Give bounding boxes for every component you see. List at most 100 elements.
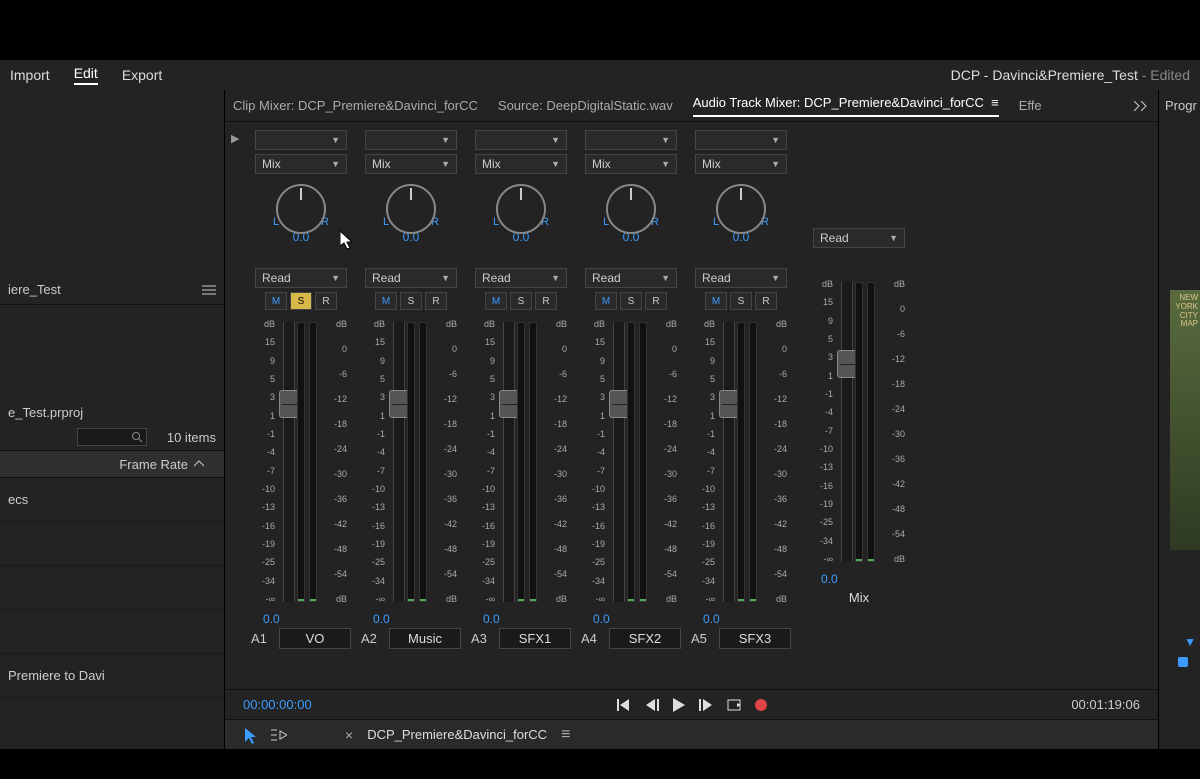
loop-button[interactable] — [727, 699, 741, 711]
fader-slot[interactable] — [613, 322, 625, 602]
output-select[interactable]: Mix▼ — [695, 154, 787, 174]
bin-row[interactable] — [0, 566, 224, 610]
solo-button[interactable]: S — [620, 292, 642, 310]
level-meter — [639, 322, 647, 602]
tab-effects[interactable]: Effe — [1019, 98, 1042, 113]
fader-slot[interactable] — [723, 322, 735, 602]
track-name-input[interactable]: Music — [389, 628, 461, 649]
left-column: iere_Test e_Test.prproj 10 items Frame R… — [0, 90, 225, 749]
pan-knob[interactable] — [386, 184, 436, 234]
record-arm-button[interactable]: R — [425, 292, 447, 310]
tab-source[interactable]: Source: DeepDigitalStatic.wav — [498, 98, 673, 113]
automation-mode-select[interactable]: Read▼ — [813, 228, 905, 248]
tab-clip-mixer[interactable]: Clip Mixer: DCP_Premiere&Davinci_forCC — [233, 98, 478, 113]
solo-button[interactable]: S — [400, 292, 422, 310]
record-arm-button[interactable]: R — [755, 292, 777, 310]
record-arm-button[interactable]: R — [535, 292, 557, 310]
timecode-out[interactable]: 00:01:19:06 — [1071, 697, 1140, 712]
fader-value[interactable]: 0.0 — [703, 612, 720, 626]
solo-button[interactable]: S — [290, 292, 312, 310]
track-name: Mix — [809, 588, 909, 607]
go-to-in-button[interactable] — [617, 699, 631, 711]
sort-icon[interactable] — [194, 460, 204, 468]
pan-knob[interactable] — [606, 184, 656, 234]
mute-button[interactable]: M — [485, 292, 507, 310]
output-select[interactable]: Mix▼ — [475, 154, 567, 174]
fader-slot[interactable] — [393, 322, 405, 602]
bin-row[interactable]: Premiere to Davi — [0, 654, 224, 698]
output-select[interactable]: Mix▼ — [365, 154, 457, 174]
sequence-name[interactable]: DCP_Premiere&Davinci_forCC — [367, 727, 547, 742]
window-title: DCP - Davinci&Premiere_Test - Edited — [951, 67, 1190, 83]
automation-mode-select[interactable]: Read▼ — [695, 268, 787, 288]
automation-mode-select[interactable]: Read▼ — [475, 268, 567, 288]
ripple-tool-icon[interactable] — [271, 728, 287, 742]
sequence-menu-icon[interactable]: ≡ — [561, 726, 570, 744]
record-button[interactable] — [755, 699, 767, 711]
record-arm-button[interactable]: R — [645, 292, 667, 310]
solo-button[interactable]: S — [730, 292, 752, 310]
thumb-text: NEWYORKCITYMAP — [1175, 294, 1198, 329]
track-name-input[interactable]: SFX3 — [719, 628, 791, 649]
step-back-button[interactable] — [645, 699, 659, 711]
mute-button[interactable]: M — [375, 292, 397, 310]
tab-audio-track-mixer[interactable]: Audio Track Mixer: DCP_Premiere&Davinci_… — [693, 95, 999, 117]
send-select[interactable]: ▼ — [695, 130, 787, 150]
timecode-in[interactable]: 00:00:00:00 — [243, 697, 312, 712]
mute-button[interactable]: M — [265, 292, 287, 310]
panel-menu-icon[interactable] — [202, 285, 216, 295]
output-select[interactable]: Mix▼ — [255, 154, 347, 174]
transport-bar: 00:00:00:00 00:01:19:06 — [225, 689, 1158, 719]
track-name-input[interactable]: SFX2 — [609, 628, 681, 649]
step-forward-button[interactable] — [699, 699, 713, 711]
menu-export[interactable]: Export — [122, 67, 162, 83]
playhead-icon[interactable]: ▼ — [1184, 635, 1196, 649]
level-meter — [855, 282, 863, 562]
column-header-framerate[interactable]: Frame Rate — [0, 450, 224, 478]
bin-row[interactable] — [0, 610, 224, 654]
close-sequence-icon[interactable]: × — [345, 727, 353, 743]
track-name-input[interactable]: VO — [279, 628, 351, 649]
bin-row[interactable]: ecs — [0, 478, 224, 522]
marker-icon[interactable] — [1178, 657, 1188, 667]
right-column: Progr NEWYORKCITYMAP ▼ — [1158, 90, 1200, 749]
tab-overflow-icon[interactable] — [1134, 101, 1150, 111]
send-select[interactable]: ▼ — [585, 130, 677, 150]
expand-effects-icon[interactable]: ▶ — [231, 130, 245, 689]
tab-program[interactable]: Progr — [1165, 98, 1197, 113]
panel-tabs: Clip Mixer: DCP_Premiere&Davinci_forCC S… — [225, 90, 1158, 122]
output-select[interactable]: Mix▼ — [585, 154, 677, 174]
fader-value[interactable]: 0.0 — [263, 612, 280, 626]
send-select[interactable]: ▼ — [365, 130, 457, 150]
fader-slot[interactable] — [283, 322, 295, 602]
fader-slot[interactable] — [503, 322, 515, 602]
level-meter — [867, 282, 875, 562]
project-search-input[interactable] — [77, 428, 147, 446]
selection-tool-icon[interactable] — [243, 726, 257, 744]
mute-button[interactable]: M — [705, 292, 727, 310]
automation-mode-select[interactable]: Read▼ — [585, 268, 677, 288]
mute-button[interactable]: M — [595, 292, 617, 310]
solo-button[interactable]: S — [510, 292, 532, 310]
automation-mode-select[interactable]: Read▼ — [365, 268, 457, 288]
pan-knob[interactable] — [716, 184, 766, 234]
play-button[interactable] — [673, 698, 685, 712]
track-name-input[interactable]: SFX1 — [499, 628, 571, 649]
automation-mode-select[interactable]: Read▼ — [255, 268, 347, 288]
menu-edit[interactable]: Edit — [74, 65, 98, 85]
bin-row[interactable] — [0, 522, 224, 566]
fader-value[interactable]: 0.0 — [373, 612, 390, 626]
send-select[interactable]: ▼ — [255, 130, 347, 150]
fader-value[interactable]: 0.0 — [593, 612, 610, 626]
fader-value[interactable]: 0.0 — [821, 572, 838, 586]
fader-slot[interactable] — [841, 282, 853, 562]
send-select[interactable]: ▼ — [475, 130, 567, 150]
pan-knob[interactable] — [496, 184, 546, 234]
fader-value[interactable]: 0.0 — [483, 612, 500, 626]
record-arm-button[interactable]: R — [315, 292, 337, 310]
pan-knob[interactable] — [276, 184, 326, 234]
menu-import[interactable]: Import — [10, 67, 50, 83]
level-meter — [419, 322, 427, 602]
panel-menu-icon[interactable]: ≡ — [991, 95, 999, 110]
project-panel-header[interactable]: iere_Test — [0, 275, 224, 305]
